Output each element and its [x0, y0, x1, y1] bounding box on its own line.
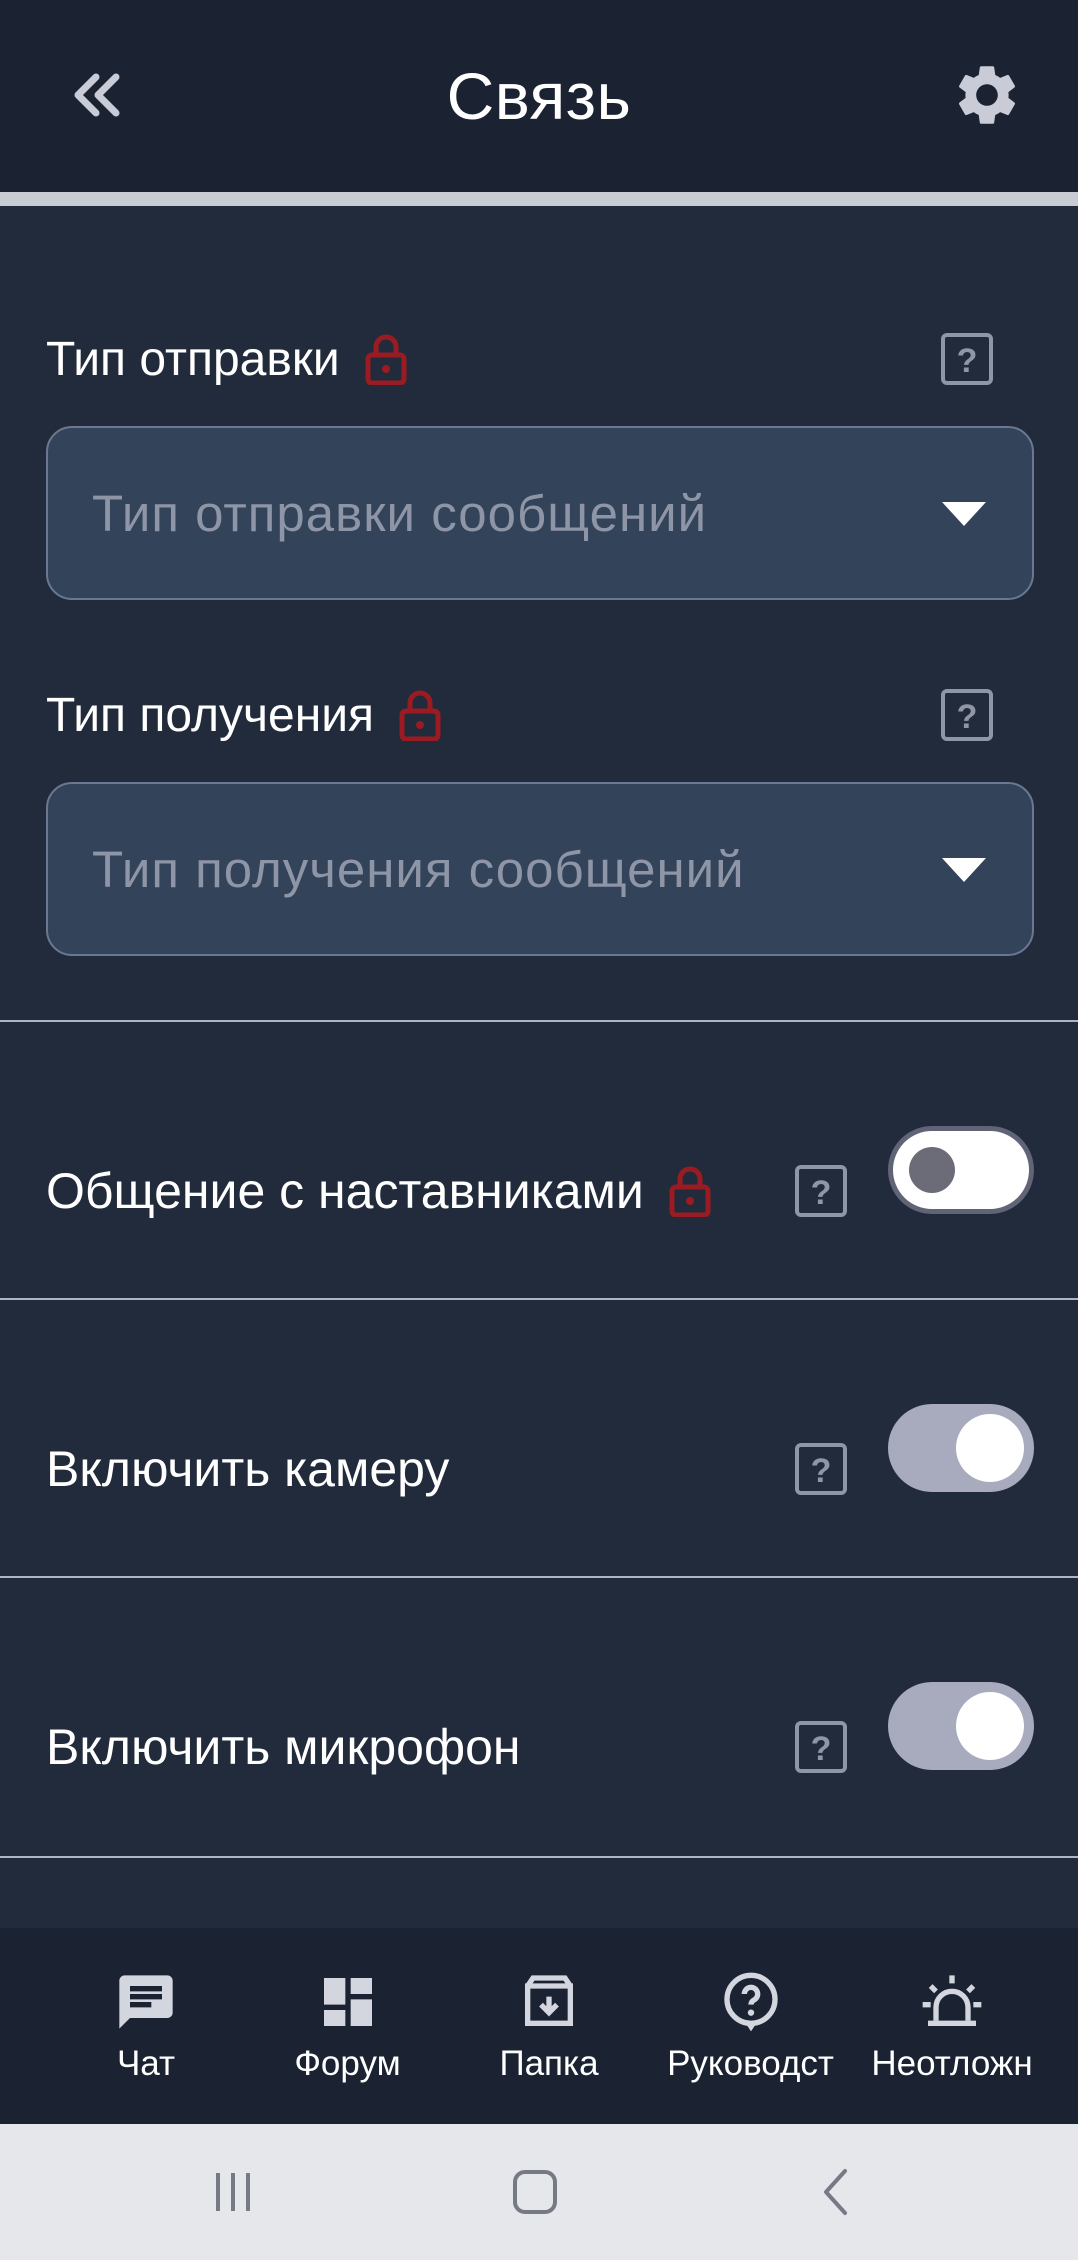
nav-item-folder[interactable]: Папка — [449, 1928, 649, 2124]
microphone-toggle[interactable] — [888, 1682, 1034, 1770]
system-nav-bar — [0, 2124, 1078, 2260]
nav-label-guide: Руководст — [667, 2044, 834, 2083]
dropdown-arrow-icon — [942, 502, 986, 526]
receive-type-label-row: Тип получения — [46, 680, 1006, 750]
svg-text:?: ? — [811, 1452, 832, 1490]
chevron-left-icon — [824, 2169, 847, 2215]
camera-help-button[interactable]: ? — [794, 1442, 848, 1496]
receive-type-placeholder: Тип получения сообщений — [92, 840, 745, 898]
microphone-label: Включить микрофон — [46, 1719, 521, 1775]
camera-label: Включить камеру — [46, 1441, 450, 1497]
svg-text:?: ? — [811, 1174, 832, 1212]
help-icon: ? — [795, 1165, 847, 1217]
help-icon: ? — [941, 333, 993, 385]
header-divider — [0, 192, 1078, 206]
recent-apps-button[interactable] — [198, 2164, 268, 2220]
mentor-chat-row: Общение с наставниками ? — [0, 1022, 1078, 1298]
section-divider — [0, 1856, 1078, 1858]
siren-icon — [920, 1970, 984, 2034]
settings-button[interactable] — [950, 58, 1024, 132]
toggle-knob — [956, 1414, 1024, 1482]
bottom-nav: Чат Форум Папка Руководст Неотложн — [0, 1928, 1078, 2124]
receive-type-help-button[interactable]: ? — [940, 688, 994, 742]
chat-icon — [114, 1970, 178, 2034]
microphone-label-wrap: Включить микрофон — [46, 1712, 521, 1782]
help-icon: ? — [795, 1721, 847, 1773]
svg-text:?: ? — [957, 342, 978, 380]
dashboard-icon — [316, 1970, 380, 2034]
lock-icon — [364, 333, 408, 385]
send-type-label: Тип отправки — [46, 332, 340, 386]
nav-label-chat: Чат — [116, 2044, 176, 2083]
system-back-button[interactable] — [802, 2164, 872, 2220]
lock-icon — [398, 689, 442, 741]
microphone-help-button[interactable]: ? — [794, 1720, 848, 1774]
receive-type-label: Тип получения — [46, 688, 375, 742]
home-icon — [513, 2170, 557, 2214]
microphone-row: Включить микрофон ? — [0, 1578, 1078, 1854]
toggle-knob — [956, 1692, 1024, 1760]
send-type-label-row: Тип отправки — [46, 324, 1006, 394]
nav-label-forum: Форум — [294, 2044, 401, 2083]
dropdown-arrow-icon — [942, 858, 986, 882]
receive-type-select[interactable]: Тип получения сообщений — [46, 782, 1034, 956]
archive-icon — [517, 1970, 581, 2034]
help-icon: ? — [795, 1443, 847, 1495]
toggle-knob — [909, 1147, 955, 1193]
camera-label-wrap: Включить камеру — [46, 1434, 449, 1504]
page-title: Связь — [446, 59, 632, 133]
camera-row: Включить камеру ? — [0, 1300, 1078, 1576]
svg-text:?: ? — [957, 698, 978, 736]
send-type-placeholder: Тип отправки сообщений — [92, 484, 708, 542]
nav-item-urgent[interactable]: Неотложн — [852, 1928, 1052, 2124]
send-type-select[interactable]: Тип отправки сообщений — [46, 426, 1034, 600]
svg-text:?: ? — [811, 1730, 832, 1768]
mentor-chat-help-button[interactable]: ? — [794, 1164, 848, 1218]
back-button[interactable] — [62, 58, 132, 132]
nav-label-folder: Папка — [499, 2044, 599, 2083]
home-button[interactable] — [500, 2164, 570, 2220]
send-type-help-button[interactable]: ? — [940, 332, 994, 386]
nav-label-urgent: Неотложн — [871, 2044, 1033, 2083]
nav-item-chat[interactable]: Чат — [46, 1928, 246, 2124]
mentor-chat-label: Общение с наставниками — [46, 1163, 644, 1219]
mentor-chat-toggle[interactable] — [888, 1126, 1034, 1214]
mentor-chat-label-wrap: Общение с наставниками — [46, 1156, 712, 1226]
lock-icon — [668, 1165, 712, 1217]
gear-icon — [958, 66, 1016, 124]
app-header: Связь — [0, 0, 1078, 192]
camera-toggle[interactable] — [888, 1404, 1034, 1492]
double-chevron-left-icon — [74, 73, 120, 117]
recent-apps-icon — [216, 2173, 250, 2211]
nav-item-guide[interactable]: Руководст — [651, 1928, 851, 2124]
help-icon: ? — [941, 689, 993, 741]
nav-item-forum[interactable]: Форум — [248, 1928, 448, 2124]
help-circle-icon — [719, 1970, 783, 2034]
